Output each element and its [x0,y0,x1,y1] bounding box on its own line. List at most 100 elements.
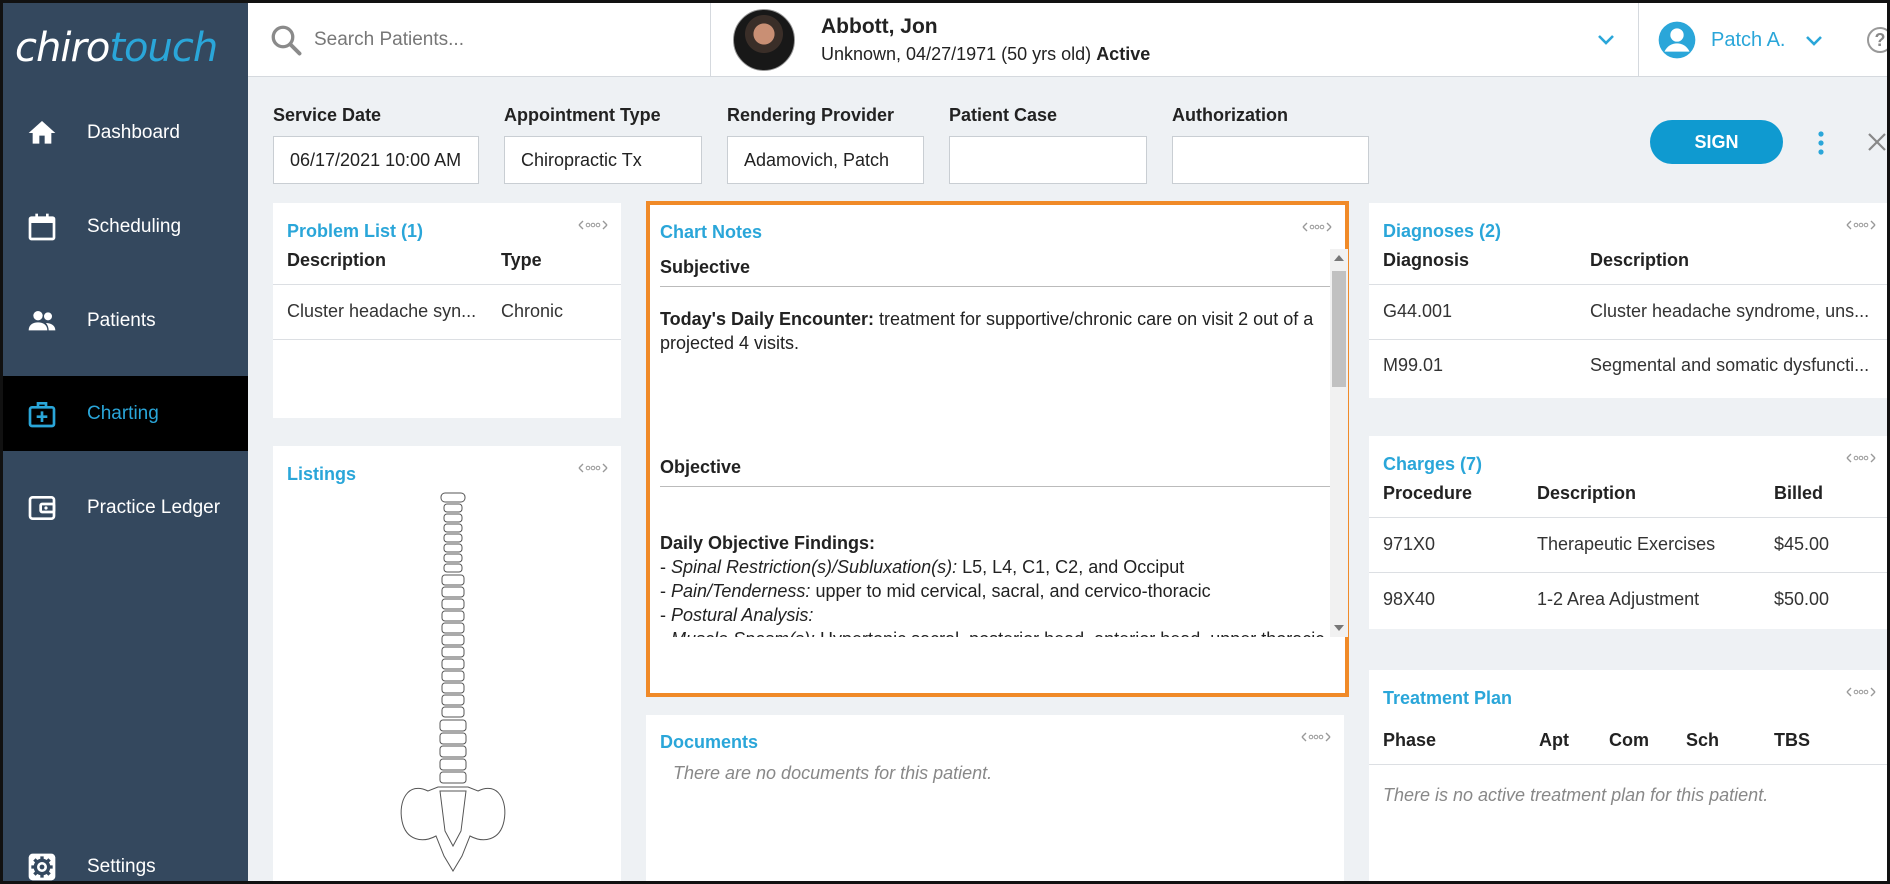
diagnosis-description[interactable]: Cluster headache syndrome, uns... [1590,301,1887,322]
column-header-type[interactable]: Type [501,250,542,271]
sign-button[interactable]: SIGN [1650,120,1783,164]
charge-procedure[interactable]: 98X40 [1383,589,1435,610]
diagnoses-title[interactable]: Diagnoses (2) [1383,221,1501,242]
finding-item: - Pain/Tenderness: upper to mid cervical… [660,581,1211,601]
drag-handle-icon[interactable] [1845,450,1877,466]
diagnosis-code[interactable]: G44.001 [1383,301,1452,322]
rendering-provider-field[interactable]: Adamovich, Patch [727,136,924,184]
service-date-label: Service Date [273,105,382,125]
column-header-sch[interactable]: Sch [1686,730,1719,751]
appointment-type-field[interactable]: Chiropractic Tx [504,136,702,184]
column-header-diagnosis[interactable]: Diagnosis [1383,250,1469,271]
drag-handle-icon[interactable] [577,460,609,476]
column-header-com[interactable]: Com [1609,730,1649,751]
authorization-field[interactable] [1172,136,1369,184]
subjective-heading: Subjective [660,249,1330,287]
drag-handle-icon[interactable] [1300,729,1332,745]
listings-title[interactable]: Listings [287,464,356,485]
problem-list-title[interactable]: Problem List (1) [287,221,423,242]
chart-notes-scrollbar[interactable] [1330,249,1348,637]
medical-bag-icon [25,397,59,431]
sidebar-item-label: Scheduling [87,215,182,237]
sidebar-item-patients[interactable]: Patients [3,283,248,358]
user-menu[interactable]: Patch A. ? [1639,3,1887,77]
top-bar: Abbott, Jon Unknown, 04/27/1971 (50 yrs … [248,3,1887,77]
drag-handle-icon[interactable] [577,217,609,233]
chevron-down-icon[interactable] [1594,27,1618,51]
patient-name: Abbott, Jon [821,15,938,38]
column-header-billed[interactable]: Billed [1774,483,1823,504]
chevron-down-icon[interactable] [1802,28,1826,52]
help-icon[interactable]: ? [1867,27,1887,53]
charge-billed[interactable]: $45.00 [1774,534,1829,555]
documents-title[interactable]: Documents [660,732,758,753]
patient-case-field[interactable] [949,136,1147,184]
charge-procedure[interactable]: 971X0 [1383,534,1435,555]
logo-text-accent: touch [109,25,218,71]
more-options-icon[interactable] [1816,130,1826,156]
rendering-provider-label: Rendering Provider [727,105,895,125]
column-header-tbs[interactable]: TBS [1774,730,1810,751]
column-header-apt[interactable]: Apt [1539,730,1569,751]
app-window: chirotouch Dashboard Scheduling Patients… [0,0,1890,884]
finding-label: Muscle Spasm(s): [671,629,815,637]
objective-heading: Objective [660,449,1330,487]
divider [1369,284,1887,285]
diagnosis-code[interactable]: M99.01 [1383,355,1443,376]
scroll-down-arrow[interactable] [1334,625,1344,631]
column-header-description[interactable]: Description [287,250,386,271]
diagnosis-description[interactable]: Segmental and somatic dysfuncti... [1590,355,1887,376]
search-input[interactable] [314,29,694,51]
gear-icon [25,850,59,882]
charge-description[interactable]: Therapeutic Exercises [1537,534,1715,555]
divider [1369,572,1887,573]
sidebar-item-charting[interactable]: Charting [3,376,248,451]
charge-description[interactable]: 1-2 Area Adjustment [1537,589,1699,610]
appointment-type-label: Appointment Type [504,105,661,125]
documents-panel: Documents There are no documents for thi… [646,715,1344,881]
patient-avatar [733,9,795,71]
sidebar-item-label: Patients [87,309,156,331]
problem-type[interactable]: Chronic [501,301,563,322]
treatment-plan-panel: Treatment Plan Phase Apt Com Sch TBS The… [1369,670,1887,881]
drag-handle-icon[interactable] [1301,219,1333,235]
service-date-field[interactable]: 06/17/2021 10:00 AM [273,136,479,184]
chirotouch-logo[interactable]: chirotouch [15,25,218,71]
finding-text: L5, L4, C1, C2, and Occiput [957,557,1185,577]
encounter-note: Today's Daily Encounter: treatment for s… [660,307,1330,355]
user-name: Patch A. [1711,28,1786,51]
sidebar: chirotouch Dashboard Scheduling Patients… [3,3,248,882]
finding-label: Spinal Restriction(s)/Subluxation(s): [671,557,958,577]
sidebar-item-scheduling[interactable]: Scheduling [3,189,248,264]
authorization-label: Authorization [1172,105,1288,125]
chart-notes-panel: Chart Notes Subjective Today's Daily Enc… [646,201,1349,697]
column-header-description[interactable]: Description [1537,483,1636,504]
finding-text: upper to mid cervical, sacral, and cervi… [810,581,1211,601]
problem-description[interactable]: Cluster headache syn... [287,301,487,322]
column-header-phase[interactable]: Phase [1383,730,1436,751]
patient-status: Active [1096,44,1151,64]
sidebar-item-label: Dashboard [87,121,180,143]
charge-billed[interactable]: $50.00 [1774,589,1829,610]
sidebar-item-label: Settings [87,855,156,877]
drag-handle-icon[interactable] [1845,684,1877,700]
sidebar-item-dashboard[interactable]: Dashboard [3,95,248,170]
findings-label: Daily Objective Findings: [660,531,1330,555]
chart-notes-title[interactable]: Chart Notes [660,222,762,243]
column-header-procedure[interactable]: Procedure [1383,483,1472,504]
spine-diagram[interactable] [398,491,508,876]
column-header-description[interactable]: Description [1590,250,1689,271]
treatment-plan-title[interactable]: Treatment Plan [1383,688,1512,709]
charges-title[interactable]: Charges (7) [1383,454,1482,475]
search-icon[interactable] [268,22,304,58]
scroll-thumb[interactable] [1332,271,1346,387]
user-avatar-icon [1658,21,1696,59]
finding-item: - Muscle Spasm(s): Hypertonic sacral, po… [660,627,1330,637]
chart-notes-content[interactable]: Subjective Today's Daily Encounter: trea… [660,249,1330,637]
scroll-up-arrow[interactable] [1334,255,1344,261]
sidebar-item-settings[interactable]: Settings [3,829,248,882]
sidebar-item-practice-ledger[interactable]: Practice Ledger [3,470,248,545]
drag-handle-icon[interactable] [1845,217,1877,233]
patient-header[interactable]: Abbott, Jon Unknown, 04/27/1971 (50 yrs … [711,3,1639,77]
close-icon[interactable] [1865,130,1889,154]
